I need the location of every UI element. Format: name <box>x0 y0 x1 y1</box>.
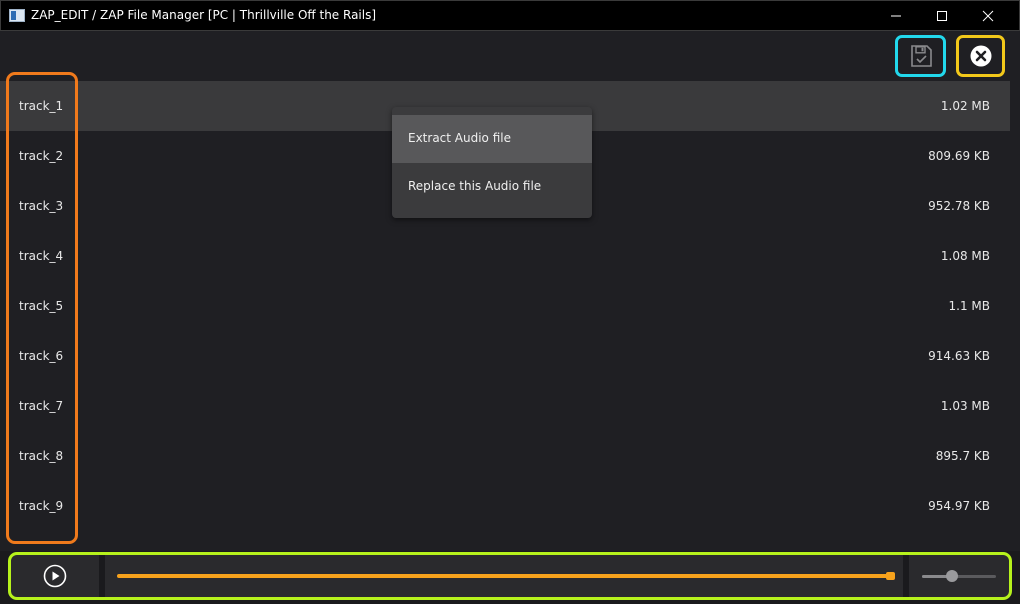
track-row[interactable]: track_7 1.03 MB <box>0 381 1010 431</box>
track-name: track_7 <box>19 399 64 413</box>
play-icon <box>43 564 67 588</box>
track-name: track_4 <box>19 249 64 263</box>
seek-track <box>117 574 895 578</box>
window-close-button[interactable] <box>965 1 1011 31</box>
minimize-button[interactable] <box>873 1 919 31</box>
track-row[interactable]: track_5 1.1 MB <box>0 281 1010 331</box>
track-size: 1.02 MB <box>940 99 990 113</box>
context-menu: Extract Audio file Replace this Audio fi… <box>392 107 592 218</box>
track-size: 954.97 KB <box>928 499 990 513</box>
save-button[interactable] <box>895 35 946 77</box>
seek-handle[interactable] <box>886 572 895 580</box>
menu-item-extract-audio[interactable]: Extract Audio file <box>392 115 592 163</box>
close-file-button[interactable] <box>956 35 1005 77</box>
window-title: ZAP_EDIT / ZAP File Manager [PC | Thrill… <box>31 8 377 22</box>
minimize-icon <box>891 15 901 17</box>
track-size: 895.7 KB <box>935 449 990 463</box>
track-size: 1.08 MB <box>940 249 990 263</box>
track-name: track_3 <box>19 199 64 213</box>
track-name: track_8 <box>19 449 64 463</box>
volume-slider[interactable] <box>909 555 1009 597</box>
track-row[interactable]: track_9 954.97 KB <box>0 481 1010 531</box>
track-name: track_9 <box>19 499 64 513</box>
track-size: 1.03 MB <box>940 399 990 413</box>
save-icon <box>910 45 932 67</box>
track-row[interactable]: track_6 914.63 KB <box>0 331 1010 381</box>
track-name: track_1 <box>19 99 64 113</box>
track-size: 1.1 MB <box>948 299 990 313</box>
track-name: track_6 <box>19 349 64 363</box>
title-bar: ZAP_EDIT / ZAP File Manager [PC | Thrill… <box>0 0 1020 31</box>
track-name: track_2 <box>19 149 64 163</box>
track-name: track_5 <box>19 299 64 313</box>
toolbar <box>0 31 1020 81</box>
menu-item-label: Extract Audio file <box>408 131 511 145</box>
seek-bar[interactable] <box>105 555 903 597</box>
track-size: 952.78 KB <box>928 199 990 213</box>
maximize-icon <box>937 11 947 21</box>
app-icon <box>9 9 25 22</box>
maximize-button[interactable] <box>919 1 965 31</box>
menu-item-label: Replace this Audio file <box>408 179 542 193</box>
track-size: 809.69 KB <box>928 149 990 163</box>
close-circle-icon <box>970 45 991 67</box>
track-size: 914.63 KB <box>928 349 990 363</box>
play-button[interactable] <box>11 555 99 597</box>
menu-item-replace-audio[interactable]: Replace this Audio file <box>392 163 592 211</box>
track-row[interactable]: track_4 1.08 MB <box>0 231 1010 281</box>
close-icon <box>982 10 994 22</box>
track-row[interactable]: track_8 895.7 KB <box>0 431 1010 481</box>
volume-handle[interactable] <box>945 570 958 582</box>
